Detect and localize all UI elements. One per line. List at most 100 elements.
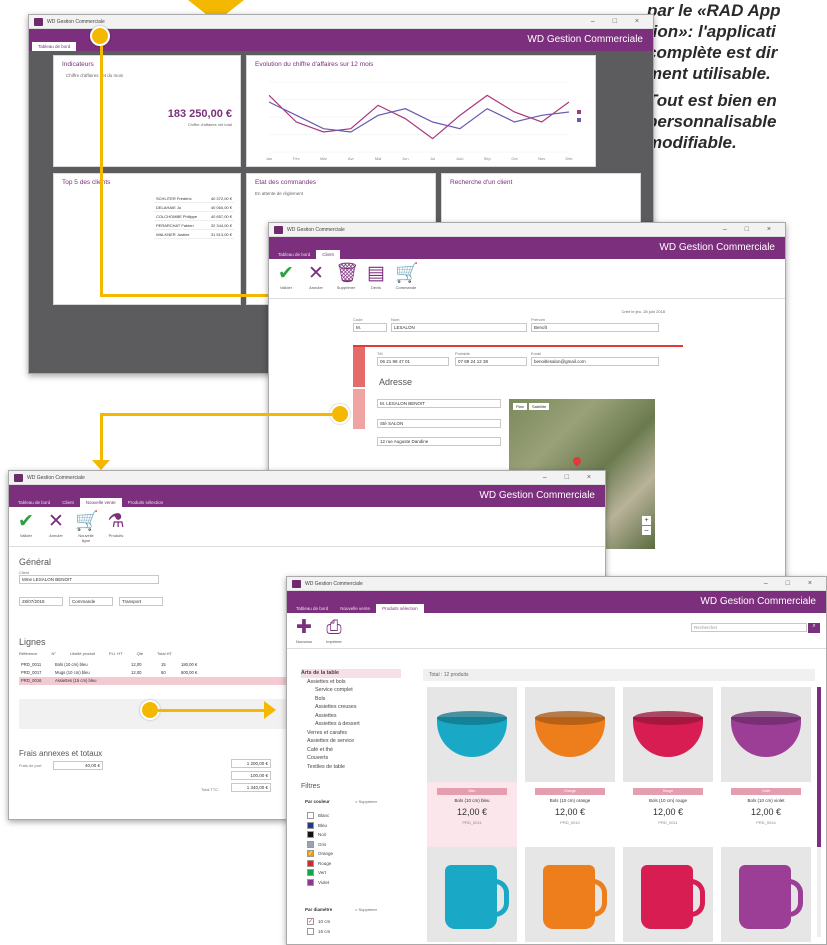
category-item[interactable]: Couverts — [301, 754, 401, 763]
clear-filter-link[interactable]: × Supprimer — [355, 799, 377, 804]
phone-field[interactable]: 06 21 98 47 01 — [377, 357, 449, 366]
window-controls[interactable]: – □ × — [591, 15, 647, 29]
color-filter-option[interactable]: Bleu — [307, 821, 377, 831]
product-card[interactable]: Rouge Bols (10 cm) rouge 12,00 € PRD_0011 — [623, 687, 713, 857]
fees-field[interactable]: 40,00 € — [53, 761, 103, 770]
cancel-button[interactable]: ✕ Annuler — [45, 511, 67, 546]
table-row[interactable]: PRD_0011 Bols (10 cm) bleu 12,00 15 180,00 € — [19, 661, 289, 669]
top-client-row[interactable]: DELAHAIE Jo 40 060,00 € — [154, 203, 234, 212]
mobile-field[interactable]: 07 89 24 12 38 — [455, 357, 527, 366]
diameter-filter-option[interactable]: ✓ 10 cm — [307, 917, 367, 927]
column-header[interactable]: Référence — [19, 651, 37, 659]
window-controls[interactable]: – □ × — [723, 223, 779, 237]
column-header[interactable]: N° — [51, 651, 56, 659]
tab-client[interactable]: Client — [56, 498, 80, 507]
column-header[interactable]: Libellé produit — [70, 651, 95, 659]
top-client-row[interactable]: COLCHOMBE Philippe 40 657,00 € — [154, 212, 234, 221]
category-item[interactable]: Verres et carafes — [301, 729, 401, 738]
orders-state-item[interactable]: En attente de règlement — [247, 191, 435, 196]
product-search-input[interactable]: Rechercher — [691, 623, 807, 632]
tab-dashboard[interactable]: Tableau de bord — [272, 250, 316, 259]
color-filter-option[interactable]: ✓ Orange — [307, 849, 377, 859]
category-item[interactable]: Assiettes et bols — [301, 678, 401, 687]
color-filter-option[interactable]: Rouge — [307, 859, 377, 869]
tab-products[interactable]: Produits sélection — [376, 604, 424, 613]
column-header[interactable]: P.U. HT — [109, 651, 123, 659]
validate-button[interactable]: ✔ Valider — [275, 263, 297, 298]
product-card[interactable]: Bleu Bols (10 cm) bleu 12,00 € PRD_0011 — [427, 687, 517, 857]
category-item[interactable]: Assiettes à dessert — [301, 720, 401, 729]
order-button[interactable]: 🛒 Commande — [395, 263, 419, 298]
category-item[interactable]: Service complet — [301, 686, 401, 695]
quote-button[interactable]: ▤ Devis — [365, 263, 387, 298]
top-client-row[interactable]: PERARCHAT Fabien 32 344,00 € — [154, 221, 234, 230]
window-controls[interactable]: – □ × — [543, 471, 599, 485]
address-street-field[interactable]: 12 rue Auguste Dandine — [377, 437, 501, 446]
product-name: Bols (10 cm) rouge — [648, 798, 687, 803]
tab-dashboard[interactable]: Tableau de bord — [290, 604, 334, 613]
tab-client[interactable]: Client — [316, 250, 340, 259]
products-button[interactable]: ⚗ Produits — [105, 511, 127, 546]
side-tab-1[interactable] — [353, 347, 365, 387]
delete-button[interactable]: 🗑 Supprimer — [335, 263, 359, 298]
client-field[interactable]: Mme LESALON BENOIT — [19, 575, 159, 584]
table-row[interactable]: PRD_0017 Mugs (10 cm) bleu 12,00 50 600,00 € — [19, 669, 289, 677]
diameter-filter-option[interactable]: 15 cm — [307, 927, 367, 937]
clear-filter-link[interactable]: × Supprimer — [355, 907, 377, 912]
category-item[interactable]: Textiles de table — [301, 763, 401, 772]
zoom-in-button[interactable]: + — [642, 516, 651, 525]
product-card[interactable] — [427, 847, 517, 942]
products-icon: ⚗ — [107, 511, 125, 532]
category-item[interactable]: Bols — [301, 695, 401, 704]
new-line-button[interactable]: 🛒 Nouvelle ligne — [75, 511, 99, 546]
top-client-row[interactable]: SCHLITER Frédéric 40 372,00 € — [154, 194, 234, 203]
window-controls[interactable]: – □ × — [764, 577, 820, 591]
lastname-field[interactable]: LESALON — [391, 323, 527, 332]
firstname-field[interactable]: Benoît — [531, 323, 659, 332]
address-company-field[interactable]: Sté SALON — [377, 419, 501, 428]
map-satellite-button[interactable]: Satellite — [529, 403, 550, 410]
category-item[interactable]: Café et thé — [301, 746, 401, 755]
civility-field[interactable]: M. — [353, 323, 387, 332]
side-tab-2[interactable] — [353, 389, 365, 429]
status-field[interactable]: Commande — [69, 597, 113, 606]
cancel-button[interactable]: ✕ Annuler — [305, 263, 327, 298]
category-item[interactable]: Assiettes creuses — [301, 703, 401, 712]
tab-new-sale[interactable]: Nouvelle vente — [79, 498, 122, 507]
print-button[interactable]: ⎙ Imprimer — [323, 617, 345, 648]
product-card[interactable] — [721, 847, 811, 942]
email-field[interactable]: benoitlesalon@gmail.com — [531, 357, 659, 366]
tab-dashboard[interactable]: Tableau de bord — [32, 42, 77, 51]
color-filter-option[interactable]: Noir — [307, 830, 377, 840]
app-title: WD Gestion Commerciale — [479, 490, 595, 501]
scrollbar[interactable] — [817, 687, 821, 937]
map-plan-button[interactable]: Plan — [513, 403, 528, 410]
product-card[interactable] — [623, 847, 713, 942]
tab-dashboard[interactable]: Tableau de bord — [12, 498, 56, 507]
search-button[interactable]: ⌕ — [808, 623, 820, 633]
column-header[interactable]: Total HT — [157, 651, 172, 659]
tab-new-sale[interactable]: Nouvelle vente — [334, 604, 376, 613]
product-card[interactable]: Orange Bols (10 cm) orange 12,00 € PRD_0010 — [525, 687, 615, 857]
transport-field[interactable]: Transport — [119, 597, 163, 606]
tab-products[interactable]: Produits sélection — [122, 498, 170, 507]
column-header[interactable]: Qté — [137, 651, 143, 659]
product-card[interactable]: Violet Bols (10 cm) violet 12,00 € PRD_0014 — [721, 687, 811, 857]
validate-button[interactable]: ✔ Valider — [15, 511, 37, 546]
zoom-out-button[interactable]: – — [642, 526, 651, 535]
color-filter-option[interactable]: Gris — [307, 840, 377, 850]
product-card[interactable] — [525, 847, 615, 942]
new-button[interactable]: ✚ Nouveau — [293, 617, 315, 648]
color-filter-option[interactable]: Violet — [307, 878, 377, 888]
category-item[interactable]: Assiettes de service — [301, 737, 401, 746]
address-name-field[interactable]: M. LESALON BENOIT — [377, 399, 501, 408]
category-item[interactable]: Assiettes — [301, 712, 401, 721]
date-field[interactable]: 28/07/2018 — [19, 597, 63, 606]
table-row[interactable]: PRD_0016 Assiettes (15 cm) bleu — [19, 677, 289, 685]
color-filter-option[interactable]: Vert — [307, 868, 377, 878]
category-item[interactable]: Arts de la table — [301, 669, 401, 678]
scrollbar-thumb[interactable] — [817, 687, 821, 847]
top-client-row[interactable]: WALKNER Justine 31 513,00 € — [154, 230, 234, 239]
color-filter-option[interactable]: Blanc — [307, 811, 377, 821]
caption-line: ment utilisable. — [647, 64, 771, 83]
